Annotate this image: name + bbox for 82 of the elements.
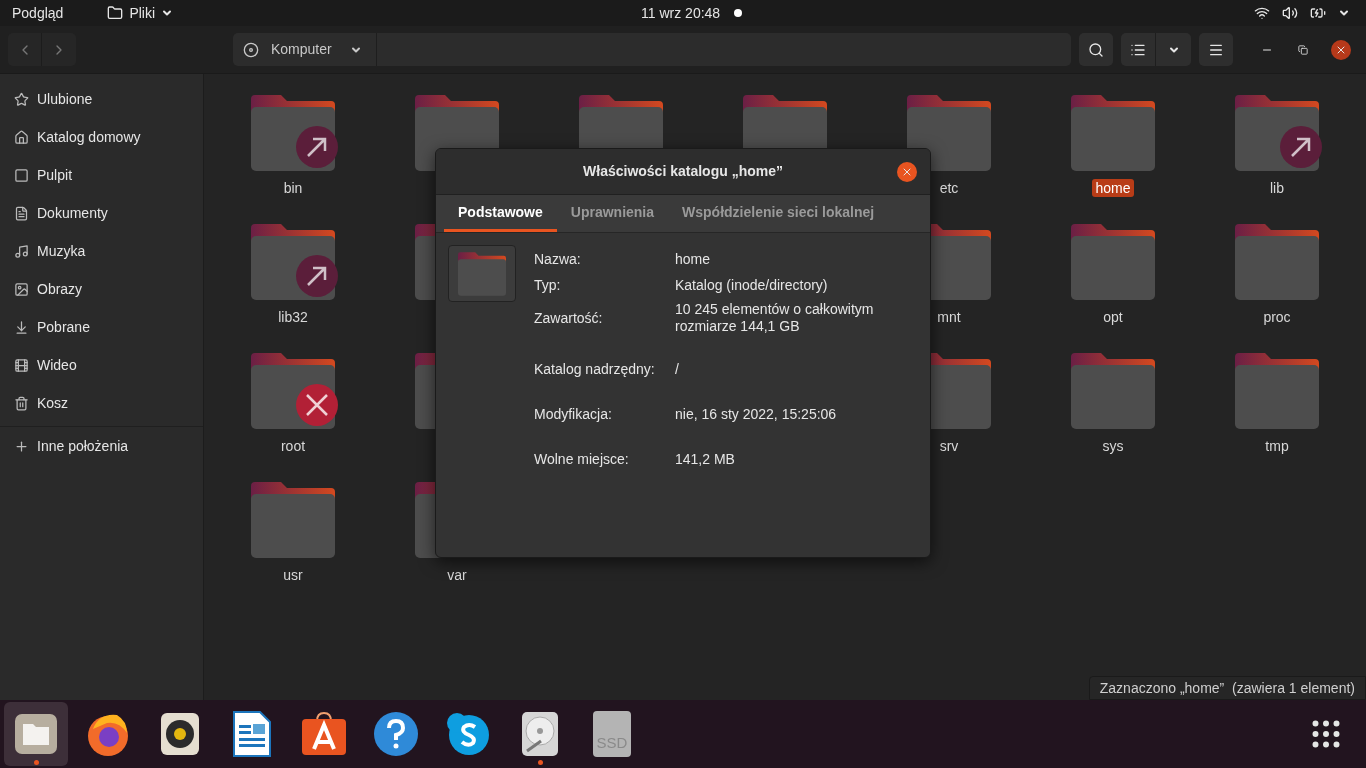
folder-label[interactable]: lib32 xyxy=(275,308,311,326)
folder-icon xyxy=(1235,353,1319,429)
property-label: Nazwa: xyxy=(534,250,582,269)
folder-icon xyxy=(1235,224,1319,300)
sidebar-item[interactable]: Ulubione xyxy=(0,80,203,118)
search-button[interactable] xyxy=(1079,33,1113,66)
folder-label[interactable]: mnt xyxy=(934,308,964,326)
document-icon xyxy=(233,711,271,757)
speaker-icon xyxy=(160,712,200,756)
sidebar-item[interactable]: Pulpit xyxy=(0,156,203,194)
battery-icon[interactable] xyxy=(1310,5,1326,21)
cross-icon xyxy=(295,383,339,427)
shopping-bag-icon xyxy=(301,711,347,757)
tab[interactable]: Uprawnienia xyxy=(556,195,669,232)
folder-label[interactable]: lib xyxy=(1267,179,1287,197)
sidebar-item[interactable]: Wideo xyxy=(0,346,203,384)
property-value: home xyxy=(675,251,712,268)
download-icon xyxy=(14,319,29,335)
document-icon xyxy=(14,205,29,221)
folder-icon xyxy=(907,95,991,171)
sidebar-item[interactable]: Katalog domowy xyxy=(0,118,203,156)
activities-button[interactable]: Podgląd xyxy=(12,2,64,24)
location-bar[interactable]: Komputer xyxy=(233,33,1071,66)
folder-icon xyxy=(1071,95,1155,171)
disc-icon xyxy=(243,41,259,58)
app-menu[interactable]: Pliki xyxy=(107,2,174,24)
status-bar: Zaznaczono „home” (zawiera 1 element) xyxy=(1088,676,1366,700)
property-value: / xyxy=(675,361,680,378)
property-label: Modyfikacja: xyxy=(534,405,613,424)
folder-label[interactable]: root xyxy=(277,437,309,455)
tab[interactable]: Współdzielenie sieci lokalnej xyxy=(668,195,889,232)
sidebar-item[interactable]: Pobrane xyxy=(0,308,203,346)
tab[interactable]: Podstawowe xyxy=(444,195,557,232)
search-icon xyxy=(1088,41,1104,58)
video-icon xyxy=(14,357,29,373)
sidebar-item[interactable]: Kosz xyxy=(0,384,203,422)
folder-icon xyxy=(1071,224,1155,300)
image-icon xyxy=(14,281,29,297)
plus-icon xyxy=(14,438,29,454)
sidebar-item[interactable]: Muzyka xyxy=(0,232,203,270)
chat-bubble-icon xyxy=(446,712,490,756)
folder-label[interactable]: proc xyxy=(1260,308,1294,326)
folder-label[interactable]: usr xyxy=(280,566,306,584)
dock-app[interactable] xyxy=(4,702,68,766)
folder-icon xyxy=(251,482,335,558)
folder-label[interactable]: etc xyxy=(936,179,962,197)
folder-label[interactable]: var xyxy=(444,566,470,584)
folder-icon xyxy=(14,712,58,756)
close-button[interactable] xyxy=(1331,39,1351,60)
sidebar-item[interactable]: Obrazy xyxy=(0,270,203,308)
folder-label[interactable]: sys xyxy=(1099,437,1127,455)
trash-icon xyxy=(14,395,29,411)
property-label: Katalog nadrzędny: xyxy=(534,360,656,379)
sidebar-item[interactable]: Inne położenia xyxy=(0,427,203,465)
property-label: Zawartość: xyxy=(534,308,604,328)
folder-label[interactable]: home xyxy=(1092,179,1134,197)
sidebar-item[interactable]: Dokumenty xyxy=(0,194,203,232)
menu-button[interactable] xyxy=(1199,33,1233,66)
folder-label[interactable]: srv xyxy=(936,437,962,455)
star-icon xyxy=(14,91,29,107)
folder-label[interactable]: opt xyxy=(1100,308,1126,326)
property-label: Typ: xyxy=(534,276,562,295)
restore-icon xyxy=(1298,44,1308,55)
location-button[interactable]: Komputer xyxy=(233,33,377,66)
clock[interactable]: 11 wrz 20:48 xyxy=(641,2,721,24)
folder-label[interactable]: tmp xyxy=(1262,437,1292,455)
music-icon xyxy=(14,243,29,259)
property-value: Katalog (inode/directory) xyxy=(675,277,829,294)
dialog-title: Właściwości katalogu „home” xyxy=(583,162,783,181)
help-icon xyxy=(373,711,419,757)
folder-label[interactable]: bin xyxy=(280,179,306,197)
home-icon xyxy=(14,129,29,145)
property-value: nie, 16 sty 2022, 15:25:06 xyxy=(675,406,838,423)
property-label: Wolne miejsce: xyxy=(534,450,630,469)
folder-icon xyxy=(107,5,124,21)
wifi-icon[interactable] xyxy=(1254,5,1270,21)
property-value: 141,2 MB xyxy=(675,451,736,468)
close-button[interactable] xyxy=(897,161,917,182)
volume-icon[interactable] xyxy=(1282,5,1298,21)
desktop-icon xyxy=(14,167,29,183)
property-value: 10 245 elementów o całkowitym rozmiarze 144,1 GB xyxy=(675,301,875,335)
folder-icon xyxy=(1071,353,1155,429)
